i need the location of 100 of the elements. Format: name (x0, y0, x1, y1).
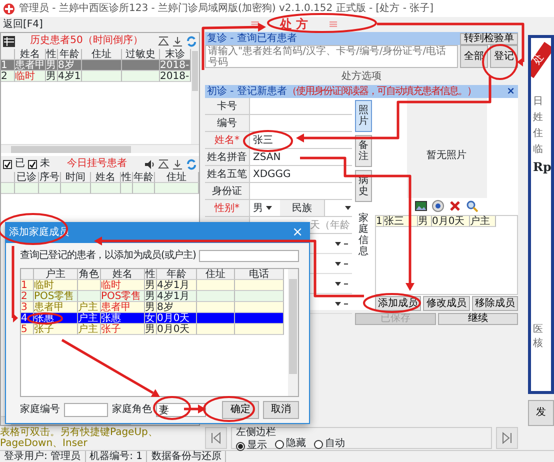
table-cell (197, 280, 235, 291)
dialog-button[interactable]: 取消 (262, 401, 299, 419)
family-number-field[interactable] (64, 403, 108, 417)
side-tab[interactable]: 备注 (355, 135, 372, 167)
field-label: 家庭编号 (20, 404, 60, 416)
family-button[interactable]: 移除成员 (472, 296, 518, 311)
search-button[interactable]: 全部 (460, 45, 488, 68)
collapse-icon[interactable] (158, 158, 169, 170)
goto-lab-button[interactable]: 转到检验单 (460, 32, 518, 44)
menu-icon: ≡ (328, 17, 338, 32)
photo-frame[interactable]: 暂无照片 (406, 98, 486, 198)
column-header: 电话 (235, 269, 284, 280)
form-label: 姓 (533, 112, 544, 124)
field-label: 姓名五笔 (205, 166, 250, 182)
row-number: 2 (1, 71, 15, 82)
section-note: （使用身份证阅读器，可自动填充患者信息。） (286, 86, 476, 98)
expand-right-button[interactable] (496, 427, 518, 449)
table-cell: 4岁1月 (157, 280, 197, 291)
column-header: 角色 (78, 269, 101, 280)
ribbon-label: 处 (531, 42, 551, 78)
dropdown-icon[interactable] (334, 280, 348, 288)
column-header: 姓名 (101, 269, 145, 280)
collapse-icon[interactable] (158, 36, 169, 46)
field-label: 卡号 (205, 98, 250, 114)
search-icon[interactable] (466, 200, 478, 212)
table-cell: 张三 (384, 216, 418, 227)
panel-title: 今日挂号患者 (66, 158, 128, 170)
annotation-arrow (184, 404, 206, 414)
table-cell: 户主 (78, 324, 101, 335)
table-cell: POS零售 (34, 291, 78, 302)
table-cell (235, 302, 284, 313)
refresh-icon[interactable] (186, 36, 197, 46)
column-header: 序号 (39, 172, 61, 183)
table-cell: 男 (145, 291, 157, 302)
arrow-right-icon (502, 432, 512, 444)
column-header: 性 (121, 172, 133, 183)
table-cell: 4岁1 (58, 71, 82, 82)
dropdown-icon[interactable] (334, 260, 348, 268)
table-cell: 男 (145, 280, 157, 291)
column-header: 性 (46, 49, 58, 60)
row-number: 1 (1, 60, 15, 71)
download-icon[interactable] (172, 158, 183, 170)
column-header: 年龄 (157, 269, 197, 280)
column-header: 时间 (61, 172, 91, 183)
vertical-scrollbar[interactable] (191, 49, 199, 144)
table-cell: 张子 (34, 324, 78, 335)
window-title: 管理员 - 兰婷中西医诊所123 - 兰婷门诊局域网版(加密狗) v2.1.0.152 正式版 - [处方 - 张子] (19, 2, 434, 14)
column-header: 住址 (82, 49, 122, 60)
table-cell (197, 313, 235, 324)
status-text: 机器编号: 1 (86, 451, 148, 462)
table-cell (155, 183, 199, 194)
search-field[interactable] (198, 250, 299, 262)
form-label: 日 (533, 96, 544, 108)
dialog-button[interactable]: 确定 (222, 401, 258, 419)
side-tab[interactable]: 照片 (355, 100, 372, 132)
table-cell (197, 291, 235, 302)
age-note: 天（年龄 (310, 220, 350, 231)
delete-icon[interactable] (449, 200, 461, 212)
horizontal-scrollbar[interactable] (1, 144, 199, 153)
picture-icon[interactable] (415, 200, 427, 212)
close-button[interactable]: × (286, 225, 309, 241)
checkbox[interactable] (3, 160, 12, 168)
annotation-ellipse (27, 312, 63, 324)
select-value: 男 (253, 202, 263, 216)
collapse-left-button[interactable] (205, 427, 227, 449)
dropdown-icon[interactable] (334, 300, 348, 308)
table-cell: 0月0天 (157, 324, 197, 335)
column-header: 住址 (155, 172, 199, 183)
radio-button[interactable]: 隐藏 (275, 438, 306, 450)
column-header: 末诊 (160, 49, 191, 60)
table-cell: 8岁 (157, 302, 197, 313)
checkbox[interactable] (28, 160, 37, 168)
table-cell (235, 280, 284, 291)
annotation-ellipse (243, 130, 293, 152)
section-label: 家庭信息 (358, 213, 368, 257)
eye-icon[interactable] (432, 200, 444, 212)
dispense-button[interactable]: 发 (528, 400, 554, 426)
row-header (21, 269, 34, 280)
table-cell: 患者甲 (15, 60, 46, 71)
download-icon[interactable] (172, 36, 183, 46)
table-cell (121, 183, 133, 194)
column-header: 年龄 (133, 172, 155, 183)
query-label: 查询已登记的患者，以添加为成员(或户主) (20, 250, 196, 262)
refresh-icon[interactable] (186, 158, 197, 170)
speaker-icon[interactable] (144, 158, 155, 170)
table-cell: 0月0天 (432, 216, 470, 227)
column-header: 年龄 (58, 49, 82, 60)
back-menu-item[interactable]: 返回[F4] (0, 18, 250, 30)
save-button[interactable]: 继续 (438, 313, 518, 325)
table-cell (39, 183, 61, 194)
radio-button[interactable]: 自动 (314, 438, 345, 450)
vertical-scrollbar[interactable] (288, 269, 298, 396)
annotation-ellipse (482, 44, 518, 80)
options-label: 处方选项 (340, 70, 382, 84)
annotation-ellipse (203, 396, 255, 422)
dropdown-icon[interactable] (334, 240, 348, 248)
table-cell: 男 (145, 302, 157, 313)
close-button[interactable]: × (506, 86, 518, 98)
form-label: 住 (533, 128, 544, 140)
family-button[interactable]: 修改成员 (423, 296, 470, 311)
